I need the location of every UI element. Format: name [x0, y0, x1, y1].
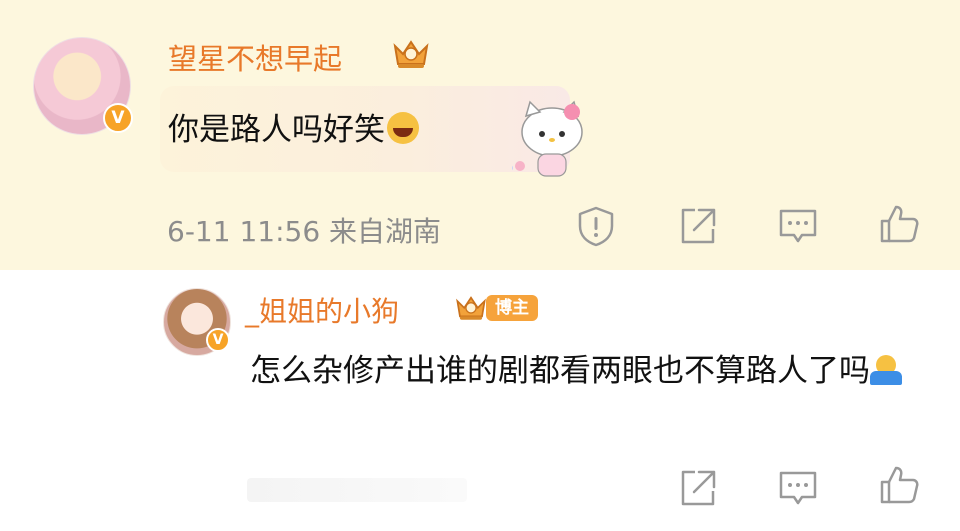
- verified-badge-icon: V: [103, 103, 133, 133]
- like-icon[interactable]: [878, 464, 920, 506]
- comment-icon[interactable]: [777, 205, 819, 247]
- reply-username[interactable]: _姐姐的小狗: [245, 290, 399, 330]
- author-badge: 博主: [486, 295, 538, 321]
- share-icon[interactable]: [677, 205, 719, 247]
- shrug-emoji-icon: [870, 355, 902, 385]
- laughing-tears-emoji-icon: [387, 112, 419, 144]
- crown-badge-icon: [456, 296, 486, 320]
- comment-meta: 6-11 11:56 来自湖南: [167, 215, 442, 248]
- reply-text: 怎么杂修产出谁的剧都看两眼也不算路人了吗: [250, 345, 930, 398]
- comment-text: 你是路人吗好笑: [168, 104, 419, 149]
- hello-kitty-sticker-icon: [512, 100, 583, 177]
- like-icon[interactable]: [878, 203, 920, 245]
- share-icon[interactable]: [677, 467, 719, 509]
- comment-username[interactable]: 望星不想早起: [168, 36, 342, 78]
- blurred-placeholder: [247, 478, 467, 502]
- comment-icon[interactable]: [777, 467, 819, 509]
- verified-badge-icon: V: [206, 328, 230, 352]
- crown-badge-icon: [393, 40, 429, 68]
- report-icon[interactable]: [575, 205, 617, 247]
